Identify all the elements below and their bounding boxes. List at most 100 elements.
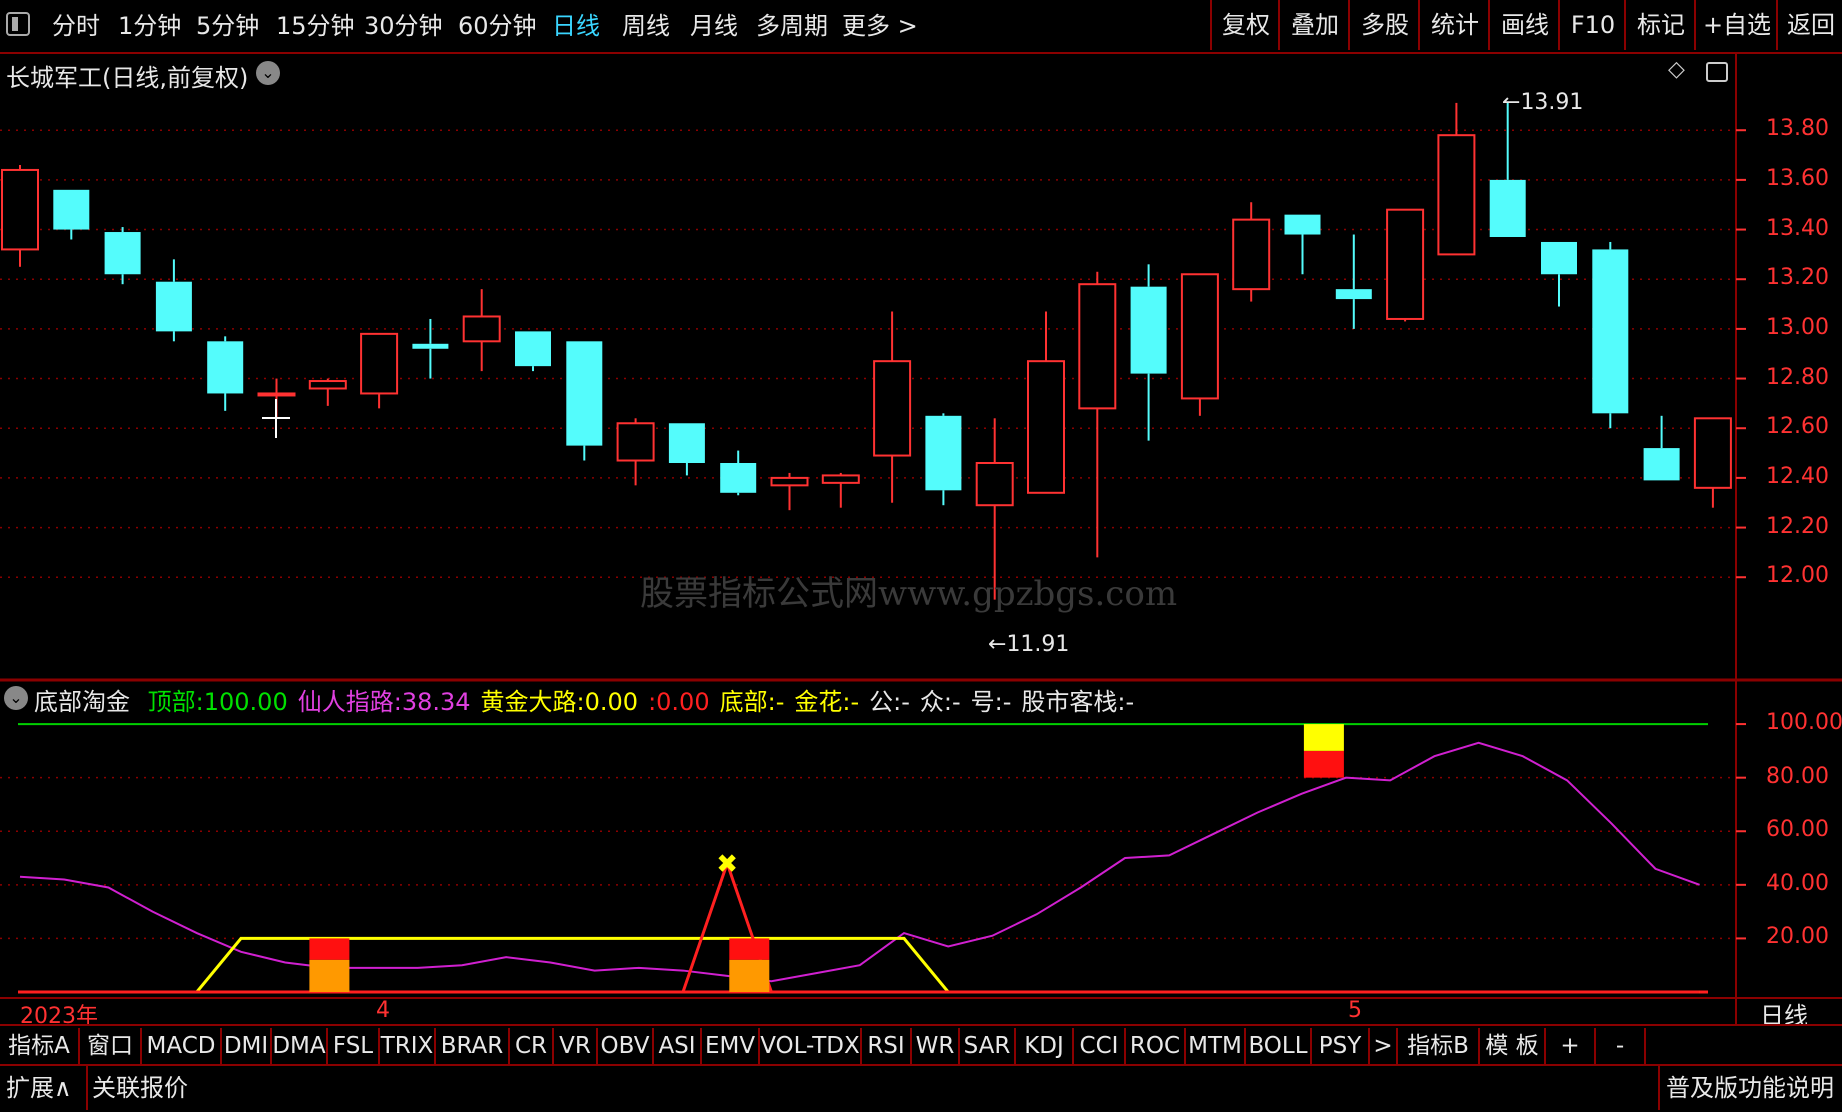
indicator-tab-16[interactable]: SAR xyxy=(960,1028,1016,1064)
period-tab-2[interactable]: 5分钟 xyxy=(196,8,259,44)
help-link[interactable]: 普及版功能说明 xyxy=(1658,1066,1834,1110)
indicator-tab-9[interactable]: VR xyxy=(554,1028,598,1064)
indicator-tab-17[interactable]: KDJ xyxy=(1016,1028,1074,1064)
indicator-tab-21[interactable]: BOLL xyxy=(1246,1028,1312,1064)
indicator-tab-22[interactable]: PSY xyxy=(1312,1028,1370,1064)
toolbar-button-8[interactable]: 返回 xyxy=(1776,0,1842,50)
indicator-tab-26[interactable]: + xyxy=(1546,1028,1596,1064)
indicator-field-label: 众 xyxy=(919,688,944,716)
xianren-zhilu-line xyxy=(19,741,1700,983)
indicator-tab-0[interactable]: 指标A xyxy=(0,1028,80,1064)
indicator-tab-24[interactable]: 指标B xyxy=(1398,1028,1480,1064)
candle xyxy=(821,472,860,508)
indicator-tab-18[interactable]: CCI xyxy=(1074,1028,1126,1064)
period-tab-9[interactable]: 多周期 xyxy=(756,8,828,44)
indicator-tab-27[interactable]: - xyxy=(1596,1028,1646,1064)
indicator-field-3: :0.00 xyxy=(648,688,710,716)
golden-flower-marker-icon: ✖ xyxy=(716,849,738,879)
diamond-icon[interactable]: ◇ xyxy=(1668,59,1688,81)
indicator-field-value: 38.34 xyxy=(401,688,471,716)
candle-body xyxy=(1027,360,1065,494)
indicator-field-label: 仙人指路 xyxy=(297,688,394,716)
candle-body xyxy=(1386,208,1425,320)
indicator-tab-6[interactable]: TRIX xyxy=(380,1028,436,1064)
candle xyxy=(53,189,90,240)
toolbar-button-0[interactable]: 复权 xyxy=(1210,0,1280,50)
indicator-tab-2[interactable]: MACD xyxy=(142,1028,222,1064)
indicator-tab-20[interactable]: MTM xyxy=(1186,1028,1246,1064)
candle-body xyxy=(53,189,90,230)
candle xyxy=(1232,202,1271,302)
indicator-tick-label: 80.00 xyxy=(1766,763,1829,789)
price-tick-label: 13.60 xyxy=(1766,165,1829,191)
indicator-tab-7[interactable]: BRAR xyxy=(436,1028,510,1064)
indicator-field-colon: : xyxy=(893,688,902,716)
indicator-tab-10[interactable]: OBV xyxy=(598,1028,654,1064)
indicator-tab-25[interactable]: 模 板 xyxy=(1480,1028,1546,1064)
indicator-field-label: 底部 xyxy=(719,688,768,716)
period-tab-3[interactable]: 15分钟 xyxy=(276,8,355,44)
candle xyxy=(1284,214,1321,275)
candle xyxy=(1541,241,1577,307)
indicator-tab-5[interactable]: FSL xyxy=(328,1028,380,1064)
indicator-tab-12[interactable]: EMV xyxy=(702,1028,760,1064)
indicator-tab-11[interactable]: ASI xyxy=(654,1028,702,1064)
indicator-tab-13[interactable]: VOL-TDX xyxy=(760,1028,862,1064)
indicator-field-value: - xyxy=(775,688,785,716)
indicator-chevron-icon[interactable]: ⌄ xyxy=(4,686,28,710)
chevron-down-icon[interactable]: ⌄ xyxy=(256,61,280,85)
candle-body xyxy=(720,462,757,493)
candle xyxy=(1180,273,1219,416)
candle-body xyxy=(1180,273,1219,400)
toolbar-button-2[interactable]: 多股 xyxy=(1348,0,1420,50)
indicator-field-colon: : xyxy=(767,688,776,716)
candle-body xyxy=(925,415,962,491)
candle-body xyxy=(873,360,912,457)
period-tab-6[interactable]: 日线 xyxy=(552,8,600,44)
toolbar-button-4[interactable]: 画线 xyxy=(1488,0,1560,50)
indicator-tab-3[interactable]: DMI xyxy=(222,1028,272,1064)
toolbar-button-1[interactable]: 叠加 xyxy=(1278,0,1350,50)
period-tab-1[interactable]: 1分钟 xyxy=(118,8,181,44)
linked-quote-button[interactable]: 关联报价 xyxy=(86,1066,188,1110)
candle xyxy=(1386,208,1425,322)
indicator-field-8: 号:- xyxy=(971,688,1012,716)
toolbar-button-3[interactable]: 统计 xyxy=(1418,0,1490,50)
price-tick-label: 12.80 xyxy=(1766,364,1829,390)
period-tab-8[interactable]: 月线 xyxy=(690,8,738,44)
expand-button[interactable]: 扩展∧ xyxy=(6,1066,72,1110)
bottom-signal-block xyxy=(729,938,770,960)
candle xyxy=(925,413,962,506)
window-toggle-icon[interactable] xyxy=(1706,62,1728,82)
toolbar-button-5[interactable]: F10 xyxy=(1558,0,1626,50)
period-tab-0[interactable]: 分时 xyxy=(52,8,100,44)
indicator-field-value: - xyxy=(1125,688,1135,716)
indicator-tabbar: 指标A 窗口 MACD DMI DMA FSL TRIX BRAR CR VR OBV ASI EMV V… xyxy=(0,1024,1842,1066)
toolbar-button-7[interactable]: +自选 xyxy=(1694,0,1778,50)
panel-toggle-icon[interactable] xyxy=(6,12,30,36)
period-tab-10[interactable]: 更多 > xyxy=(842,8,918,44)
period-tab-5[interactable]: 60分钟 xyxy=(458,8,537,44)
indicator-tab-15[interactable]: WR xyxy=(912,1028,960,1064)
candle xyxy=(1,164,39,267)
period-tab-7[interactable]: 周线 xyxy=(622,8,670,44)
toolbar-button-6[interactable]: 标记 xyxy=(1624,0,1696,50)
candle-body xyxy=(821,474,860,484)
indicator-field-label: 黄金大路 xyxy=(480,688,577,716)
indicator-field-value: - xyxy=(951,688,961,716)
period-toolbar: 分时 1分钟 5分钟 15分钟 30分钟 60分钟 日线 周线 月线 多周期 更多 > 复权 叠加 多股… xyxy=(0,0,1842,54)
indicator-tab-1[interactable]: 窗口 xyxy=(80,1028,142,1064)
indicator-field-value: 0.00 xyxy=(656,688,710,716)
chart-canvas[interactable]: ✖ xyxy=(0,52,1842,1024)
period-tab-4[interactable]: 30分钟 xyxy=(364,8,443,44)
indicator-field-colon: : xyxy=(994,688,1003,716)
price-tick-label: 12.20 xyxy=(1766,513,1829,539)
indicator-tab-19[interactable]: ROC xyxy=(1126,1028,1186,1064)
indicator-field-0: 顶部:100.00 xyxy=(148,688,288,716)
indicator-tick-label: 40.00 xyxy=(1766,870,1829,896)
indicator-tab-14[interactable]: RSI xyxy=(862,1028,912,1064)
indicator-tab-23[interactable]: > xyxy=(1370,1028,1398,1064)
indicator-tab-4[interactable]: DMA xyxy=(272,1028,328,1064)
candle xyxy=(1078,271,1117,558)
indicator-tab-8[interactable]: CR xyxy=(510,1028,554,1064)
